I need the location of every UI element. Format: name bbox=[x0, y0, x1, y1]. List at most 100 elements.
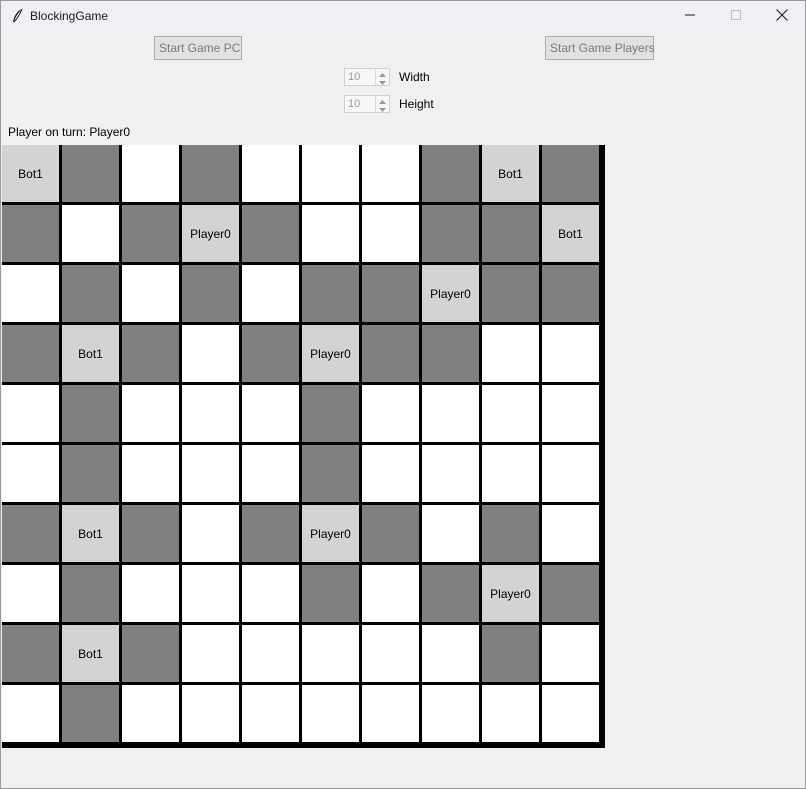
board-cell-bot1[interactable]: Bot1 bbox=[2, 145, 59, 202]
board-cell-empty[interactable] bbox=[2, 265, 59, 322]
board-cell-blocked[interactable] bbox=[62, 385, 119, 442]
board-cell-empty[interactable] bbox=[362, 145, 419, 202]
board-cell-empty[interactable] bbox=[182, 385, 239, 442]
height-spinbox[interactable]: 10 bbox=[344, 95, 390, 113]
board-cell-empty[interactable] bbox=[482, 385, 539, 442]
board-cell-blocked[interactable] bbox=[122, 625, 179, 682]
board-cell-empty[interactable] bbox=[302, 625, 359, 682]
board-cell-blocked[interactable] bbox=[182, 145, 239, 202]
board-cell-blocked[interactable] bbox=[422, 145, 479, 202]
board-cell-blocked[interactable] bbox=[242, 505, 299, 562]
width-decrement-button[interactable] bbox=[376, 77, 389, 85]
board-cell-blocked[interactable] bbox=[2, 325, 59, 382]
board-cell-empty[interactable] bbox=[362, 625, 419, 682]
board-cell-empty[interactable] bbox=[362, 685, 419, 742]
board-cell-empty[interactable] bbox=[302, 205, 359, 262]
board-cell-blocked[interactable] bbox=[62, 145, 119, 202]
board-cell-empty[interactable] bbox=[122, 685, 179, 742]
board-cell-blocked[interactable] bbox=[482, 625, 539, 682]
board-cell-blocked[interactable] bbox=[422, 325, 479, 382]
start-game-players-button[interactable]: Start Game Players bbox=[545, 36, 655, 60]
board-cell-empty[interactable] bbox=[2, 685, 59, 742]
height-decrement-button[interactable] bbox=[376, 104, 389, 112]
maximize-button[interactable] bbox=[713, 1, 759, 31]
board-cell-bot1[interactable]: Bot1 bbox=[482, 145, 539, 202]
board-cell-blocked[interactable] bbox=[122, 325, 179, 382]
board-cell-empty[interactable] bbox=[2, 565, 59, 622]
board-cell-empty[interactable] bbox=[422, 625, 479, 682]
board-cell-empty[interactable] bbox=[122, 445, 179, 502]
board-cell-bot1[interactable]: Bot1 bbox=[62, 325, 119, 382]
board-cell-player0[interactable]: Player0 bbox=[482, 565, 539, 622]
board-cell-empty[interactable] bbox=[542, 445, 599, 502]
board-cell-empty[interactable] bbox=[422, 445, 479, 502]
board-cell-empty[interactable] bbox=[242, 685, 299, 742]
board-cell-empty[interactable] bbox=[182, 685, 239, 742]
board-cell-bot1[interactable]: Bot1 bbox=[62, 505, 119, 562]
board-cell-empty[interactable] bbox=[362, 445, 419, 502]
board-cell-blocked[interactable] bbox=[2, 625, 59, 682]
board-cell-blocked[interactable] bbox=[542, 145, 599, 202]
board-cell-empty[interactable] bbox=[422, 685, 479, 742]
board-cell-blocked[interactable] bbox=[422, 565, 479, 622]
board-cell-bot1[interactable]: Bot1 bbox=[62, 625, 119, 682]
board-cell-empty[interactable] bbox=[2, 445, 59, 502]
board-cell-empty[interactable] bbox=[182, 565, 239, 622]
board-cell-bot1[interactable]: Bot1 bbox=[542, 205, 599, 262]
board-cell-blocked[interactable] bbox=[302, 565, 359, 622]
board-cell-blocked[interactable] bbox=[302, 265, 359, 322]
board-cell-empty[interactable] bbox=[362, 385, 419, 442]
board-cell-blocked[interactable] bbox=[482, 205, 539, 262]
board-cell-empty[interactable] bbox=[482, 445, 539, 502]
board-cell-blocked[interactable] bbox=[362, 325, 419, 382]
board-cell-blocked[interactable] bbox=[302, 445, 359, 502]
board-cell-empty[interactable] bbox=[182, 505, 239, 562]
board-cell-empty[interactable] bbox=[242, 265, 299, 322]
board-cell-empty[interactable] bbox=[242, 385, 299, 442]
board-cell-empty[interactable] bbox=[122, 565, 179, 622]
board-cell-blocked[interactable] bbox=[182, 265, 239, 322]
board-cell-blocked[interactable] bbox=[62, 685, 119, 742]
board-cell-blocked[interactable] bbox=[2, 205, 59, 262]
board-cell-empty[interactable] bbox=[542, 325, 599, 382]
board-cell-blocked[interactable] bbox=[422, 205, 479, 262]
board-cell-empty[interactable] bbox=[362, 565, 419, 622]
board-cell-empty[interactable] bbox=[2, 385, 59, 442]
board-cell-empty[interactable] bbox=[302, 145, 359, 202]
board-cell-empty[interactable] bbox=[122, 145, 179, 202]
board-cell-blocked[interactable] bbox=[242, 205, 299, 262]
board-cell-empty[interactable] bbox=[422, 505, 479, 562]
close-button[interactable] bbox=[759, 1, 805, 31]
title-bar[interactable]: BlockingGame bbox=[1, 1, 805, 31]
board-cell-empty[interactable] bbox=[482, 325, 539, 382]
board-cell-blocked[interactable] bbox=[62, 445, 119, 502]
board-cell-empty[interactable] bbox=[62, 205, 119, 262]
board-cell-blocked[interactable] bbox=[62, 565, 119, 622]
board-cell-blocked[interactable] bbox=[122, 205, 179, 262]
board-cell-empty[interactable] bbox=[182, 625, 239, 682]
board-cell-empty[interactable] bbox=[542, 685, 599, 742]
board-cell-blocked[interactable] bbox=[122, 505, 179, 562]
board-cell-blocked[interactable] bbox=[482, 265, 539, 322]
board-cell-empty[interactable] bbox=[422, 385, 479, 442]
board-cell-empty[interactable] bbox=[362, 205, 419, 262]
board-cell-blocked[interactable] bbox=[542, 565, 599, 622]
board-cell-blocked[interactable] bbox=[362, 505, 419, 562]
board-cell-empty[interactable] bbox=[122, 385, 179, 442]
board-cell-empty[interactable] bbox=[302, 685, 359, 742]
board-cell-blocked[interactable] bbox=[2, 505, 59, 562]
board-cell-empty[interactable] bbox=[182, 325, 239, 382]
board-cell-player0[interactable]: Player0 bbox=[302, 325, 359, 382]
board-cell-empty[interactable] bbox=[482, 685, 539, 742]
board-cell-empty[interactable] bbox=[182, 445, 239, 502]
board-cell-player0[interactable]: Player0 bbox=[302, 505, 359, 562]
board-cell-blocked[interactable] bbox=[242, 325, 299, 382]
board-cell-empty[interactable] bbox=[122, 265, 179, 322]
board-cell-blocked[interactable] bbox=[302, 385, 359, 442]
board-cell-blocked[interactable] bbox=[362, 265, 419, 322]
board-cell-empty[interactable] bbox=[542, 385, 599, 442]
board-cell-empty[interactable] bbox=[242, 145, 299, 202]
board-cell-player0[interactable]: Player0 bbox=[422, 265, 479, 322]
board-cell-empty[interactable] bbox=[242, 625, 299, 682]
board-cell-blocked[interactable] bbox=[62, 265, 119, 322]
